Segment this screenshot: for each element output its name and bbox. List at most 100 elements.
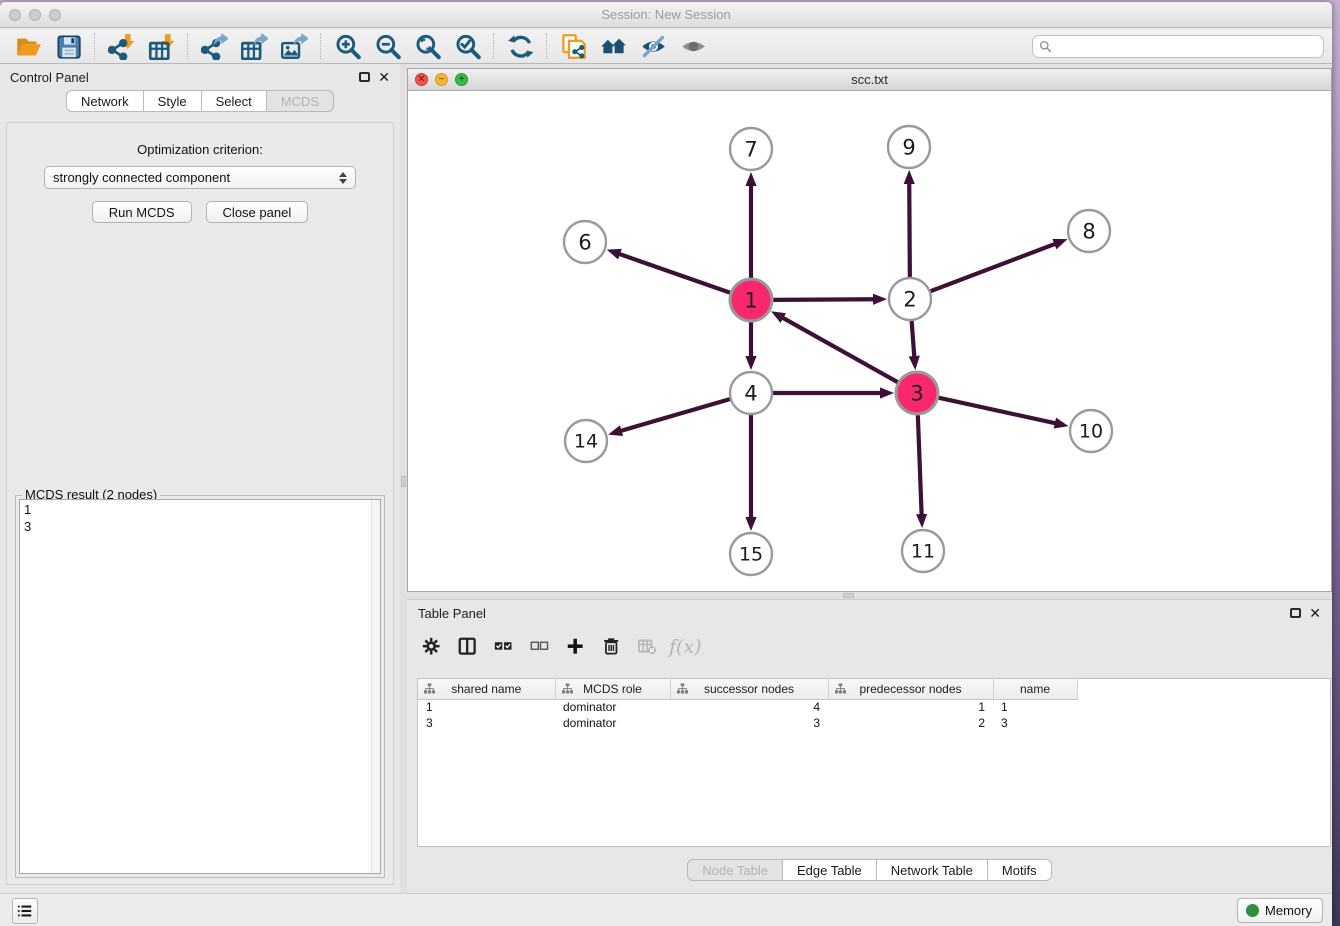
select-arrows-icon [339,172,347,184]
column-view-button[interactable] [453,632,483,662]
function-builder-icon: f(x) [669,636,702,658]
network-canvas-svg[interactable]: 7968124314101511 [408,91,1331,591]
column-label: MCDS role [583,682,642,696]
vertical-splitter[interactable] [400,64,407,893]
task-history-button[interactable] [12,898,38,924]
column-header-successor-nodes[interactable]: successor nodes [670,679,828,699]
toolbar-separator [493,33,494,59]
status-bar: Memory [0,893,1332,926]
hierarchy-sort-icon [835,683,846,694]
import-network-icon [108,33,135,60]
splitter-grip[interactable] [843,593,854,598]
graph-edge-3-11[interactable] [918,415,922,516]
control-panel: Control Panel ✕ NetworkStyleSelectMCDS O… [0,64,400,893]
table-cell[interactable]: 3 [993,715,1077,731]
export-table-button[interactable] [234,31,274,61]
app-titlebar: Session: New Session [0,2,1332,28]
tab-style[interactable]: Style [144,90,202,112]
network-browser-button[interactable] [593,31,633,61]
table-row[interactable]: 3dominator323 [418,715,1077,731]
table-cell[interactable]: 1 [828,699,993,715]
column-header-name[interactable]: name [993,679,1077,699]
tab-network[interactable]: Network [66,90,144,112]
table-panel: Table Panel ✕ f(x) shared nameMCDS roles… [407,599,1332,890]
run-mcds-button[interactable]: Run MCDS [92,201,192,223]
gear-button[interactable] [417,632,447,662]
table-cell[interactable]: 1 [418,699,555,715]
graph-edge-2-9[interactable] [909,182,910,277]
float-panel-icon[interactable] [359,72,370,82]
table-row[interactable]: 1dominator411 [418,699,1077,715]
column-header-mcds-role[interactable]: MCDS role [555,679,670,699]
duplicate-network-button[interactable] [553,31,593,61]
graph-edge-arrowhead [745,517,756,531]
column-header-shared-name[interactable]: shared name [418,679,555,699]
search-input[interactable] [1056,39,1317,53]
tab-motifs[interactable]: Motifs [988,859,1052,881]
import-network-button[interactable] [101,31,141,61]
tab-select[interactable]: Select [202,90,267,112]
mcds-tab-content: Optimization criterion: strongly connect… [6,122,394,885]
graph-edge-1-6[interactable] [618,254,730,293]
hierarchy-sort-icon [562,683,573,694]
memory-button[interactable]: Memory [1237,898,1323,923]
deselect-all-button[interactable] [525,632,555,662]
table-panel-header: Table Panel ✕ [407,600,1332,626]
zoom-in-icon [334,33,361,60]
application-window: Session: New Session Control Panel ✕ Net… [0,2,1332,926]
graph-edge-4-14[interactable] [620,399,730,431]
save-session-button[interactable] [48,31,88,61]
select-all-button[interactable] [489,632,519,662]
export-network-icon [201,33,228,60]
table-cell[interactable]: 1 [993,699,1077,715]
tab-node-table[interactable]: Node Table [687,859,783,881]
hide-selected-button[interactable] [633,31,673,61]
zoom-out-icon [374,33,401,60]
table-cell[interactable]: dominator [555,715,670,731]
export-image-button[interactable] [274,31,314,61]
open-session-button[interactable] [8,31,48,61]
table-cell[interactable]: 3 [670,715,828,731]
table-toolbar: f(x) [417,630,702,664]
zoom-in-button[interactable] [327,31,367,61]
node-table-container: shared name MCDS role successor nodesprede… [417,678,1331,847]
delete-column-button[interactable] [597,632,627,662]
app-title: Session: New Session [0,7,1332,22]
splitter-grip[interactable] [401,476,406,487]
close-panel-icon[interactable]: ✕ [1309,606,1321,620]
toolbar-icons [8,31,713,61]
tab-network-table[interactable]: Network Table [877,859,988,881]
zoom-out-button[interactable] [367,31,407,61]
graph-edge-3-10[interactable] [938,398,1056,424]
tab-mcds[interactable]: MCDS [267,90,334,112]
export-network-button[interactable] [194,31,234,61]
table-cell[interactable]: 2 [828,715,993,731]
show-all-button[interactable] [673,31,713,61]
search-box[interactable] [1032,35,1324,58]
graph-edge-2-8[interactable] [931,243,1057,291]
close-panel-icon[interactable]: ✕ [378,70,390,84]
optimization-criterion-select[interactable]: strongly connected component [44,166,356,189]
network-window-titlebar: ✕ − + scc.txt [408,69,1331,91]
float-panel-icon[interactable] [1290,608,1301,618]
refresh-layout-button[interactable] [500,31,540,61]
table-panel-title: Table Panel [418,606,486,621]
import-table-button[interactable] [141,31,181,61]
network-canvas[interactable]: 7968124314101511 [408,91,1331,591]
result-scrollbar[interactable] [371,500,380,873]
mcds-result-area[interactable]: 1 3 [19,499,381,874]
table-cell[interactable]: 3 [418,715,555,731]
horizontal-splitter[interactable] [407,592,1332,599]
column-header-predecessor-nodes[interactable]: predecessor nodes [828,679,993,699]
refresh-layout-icon [507,33,534,60]
graph-edge-2-3[interactable] [912,321,915,358]
table-cell[interactable]: 4 [670,699,828,715]
add-column-button[interactable] [561,632,591,662]
table-cell[interactable]: dominator [555,699,670,715]
tab-edge-table[interactable]: Edge Table [783,859,877,881]
zoom-selected-button[interactable] [447,31,487,61]
graph-edge-1-2[interactable] [773,299,875,300]
graph-edge-3-1[interactable] [782,317,898,382]
zoom-fit-button[interactable] [407,31,447,61]
close-panel-button[interactable]: Close panel [206,201,309,223]
